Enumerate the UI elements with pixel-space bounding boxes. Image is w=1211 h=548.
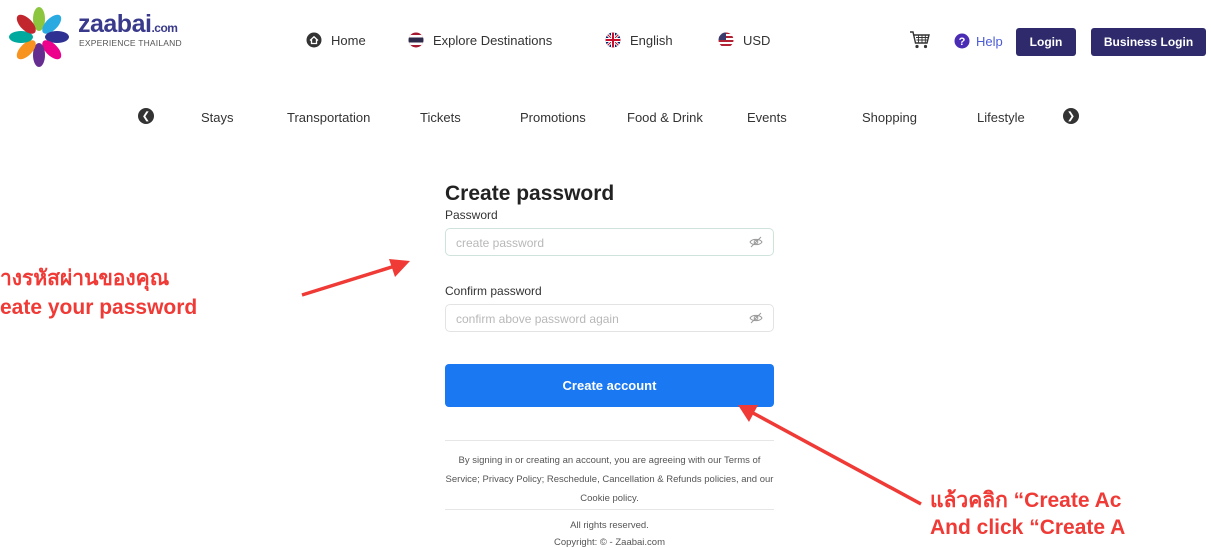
category-transportation[interactable]: Transportation <box>287 110 370 125</box>
password-label: Password <box>445 208 498 222</box>
flower-logo-icon <box>9 7 69 67</box>
help-label: Help <box>976 33 1003 49</box>
cart-icon[interactable] <box>909 30 931 50</box>
category-next-button[interactable]: ❯ <box>1063 108 1079 124</box>
brand-tagline: EXPERIENCE THAILAND <box>79 38 182 48</box>
rights-text: All rights reserved. <box>570 520 649 531</box>
page-title: Create password <box>445 182 615 205</box>
annotation-left-english: eate your password <box>0 296 198 319</box>
help-link[interactable]: ? Help <box>954 33 1003 49</box>
category-prev-button[interactable]: ❮ <box>138 108 154 124</box>
uk-flag-icon <box>605 32 621 48</box>
zaabai-logo[interactable]: zaabai.com EXPERIENCE THAILAND <box>8 4 188 70</box>
password-input[interactable] <box>446 229 738 257</box>
business-login-button[interactable]: Business Login <box>1091 28 1206 56</box>
category-tickets[interactable]: Tickets <box>420 110 461 125</box>
eye-off-icon[interactable] <box>749 235 763 249</box>
divider <box>445 509 774 510</box>
chevron-right-icon: ❯ <box>1066 110 1076 122</box>
arrow-to-create-button <box>752 411 922 506</box>
confirm-password-label: Confirm password <box>445 284 542 298</box>
brand-tld: .com <box>151 21 178 35</box>
category-stays[interactable]: Stays <box>201 110 234 125</box>
annotation-right-thai: แล้วคลิก “Create Ac <box>930 489 1122 512</box>
nav-explore-destinations[interactable]: Explore Destinations <box>408 32 552 48</box>
language-selector[interactable]: English <box>605 32 673 48</box>
arrow-head-right <box>738 405 758 422</box>
eye-off-icon[interactable] <box>749 311 763 325</box>
nav-explore-label: Explore Destinations <box>433 32 553 48</box>
home-icon <box>306 32 322 48</box>
currency-selector[interactable]: USD <box>718 32 770 48</box>
divider <box>445 440 774 441</box>
annotation-right-english: And click “Create A <box>930 516 1126 539</box>
language-label: English <box>630 32 673 48</box>
password-field[interactable] <box>445 228 774 257</box>
us-flag-icon <box>718 32 734 48</box>
nav-home[interactable]: Home <box>306 32 366 48</box>
svg-text:?: ? <box>959 36 966 48</box>
category-lifestyle[interactable]: Lifestyle <box>977 110 1025 125</box>
arrow-head-left <box>389 259 410 277</box>
nav-home-label: Home <box>331 32 366 48</box>
currency-label: USD <box>743 32 771 48</box>
thai-flag-icon <box>408 32 424 48</box>
confirm-password-field[interactable] <box>445 304 774 333</box>
terms-notice: By signing in or creating an account, yo… <box>445 455 774 504</box>
category-food-drink[interactable]: Food & Drink <box>627 110 703 125</box>
annotation-left-thai: างรหัสผ่านของคุณ <box>0 267 170 290</box>
help-icon: ? <box>954 33 970 49</box>
category-shopping[interactable]: Shopping <box>862 110 917 125</box>
chevron-left-icon: ❮ <box>141 110 151 122</box>
brand-name: zaabai <box>78 10 152 38</box>
copyright-text: Copyright: © - Zaabai.com <box>553 537 665 548</box>
category-events[interactable]: Events <box>747 110 787 125</box>
login-button[interactable]: Login <box>1016 28 1076 56</box>
confirm-password-input[interactable] <box>446 305 738 333</box>
category-promotions[interactable]: Promotions <box>520 110 586 125</box>
create-account-button[interactable]: Create account <box>445 364 774 407</box>
arrow-to-password-field <box>301 264 396 297</box>
